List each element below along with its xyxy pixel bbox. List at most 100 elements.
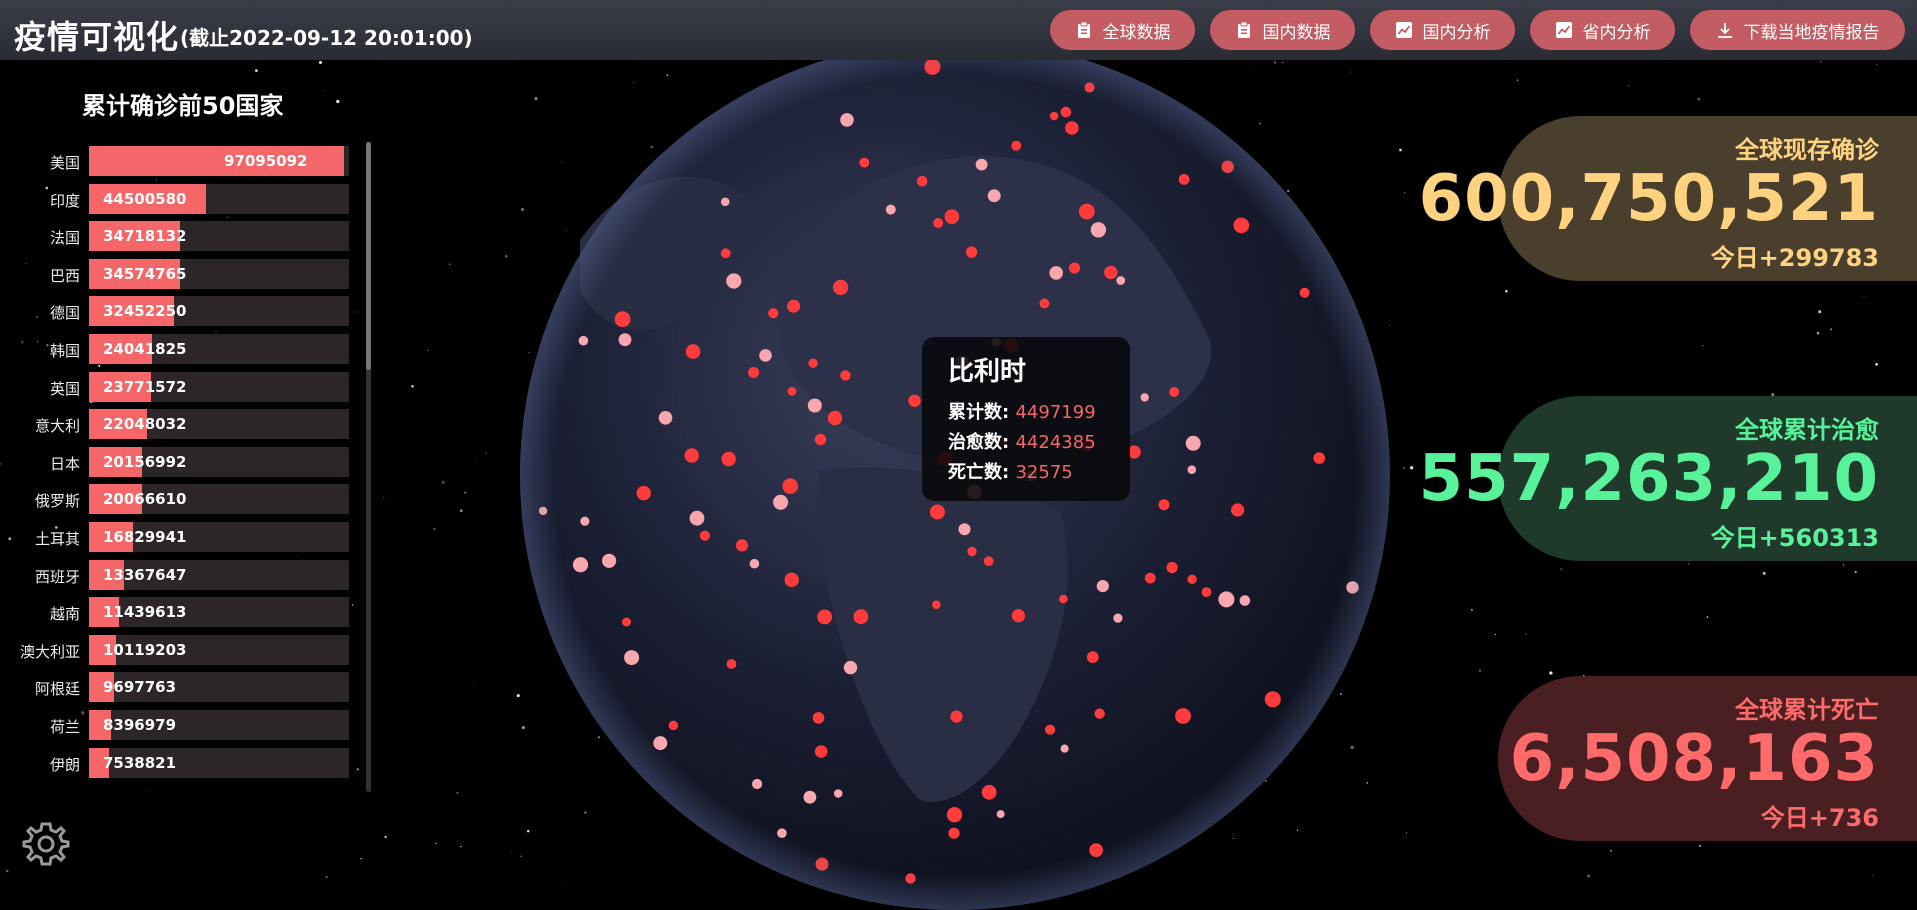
line-chart-icon xyxy=(1555,22,1572,38)
nav-domestic-analysis-label: 国内分析 xyxy=(1422,22,1491,43)
ranking-scroll-thumb[interactable] xyxy=(366,142,371,370)
top-countries-bar-chart[interactable]: 美国 97095092 印度 44500580 法国 34718132 巴西 34574765… xyxy=(0,146,370,796)
tooltip-confirmed-label: 累计数: xyxy=(948,402,1010,423)
star xyxy=(1403,467,1405,469)
star xyxy=(441,480,445,484)
star xyxy=(1560,568,1563,571)
star xyxy=(1688,563,1690,565)
ranking-row[interactable]: 荷兰 8396979 xyxy=(0,710,350,740)
ranking-row[interactable]: 韩国 24041825 xyxy=(0,334,350,364)
ranking-row[interactable]: 伊朗 7538821 xyxy=(0,747,350,778)
star xyxy=(427,349,429,351)
ranking-value-label: 8396979 xyxy=(103,716,177,734)
ranking-country-name: 阿根廷 xyxy=(34,680,80,699)
star xyxy=(255,69,258,72)
star xyxy=(1854,570,1857,574)
ranking-row[interactable]: 俄罗斯 20066610 xyxy=(0,484,350,515)
star xyxy=(433,527,436,531)
star xyxy=(474,459,476,461)
total-cured-label: 全球累计治愈 xyxy=(1735,416,1879,444)
tooltip-cured-label: 治愈数: xyxy=(948,432,1010,453)
ranking-row[interactable]: 意大利 22048032 xyxy=(0,409,350,440)
star xyxy=(1525,633,1527,635)
total-dead-today: 今日+736 xyxy=(1760,804,1879,832)
ranking-value-label: 7538821 xyxy=(103,753,177,772)
ranking-country-name: 德国 xyxy=(49,304,80,323)
ranking-value-label: 20066610 xyxy=(103,490,187,509)
star xyxy=(1706,616,1709,618)
star xyxy=(1494,633,1497,636)
star xyxy=(1406,831,1408,833)
ranking-title: 累计确诊前50国家 xyxy=(82,92,284,120)
nav-domestic-analysis-button[interactable]: 国内分析 xyxy=(1370,10,1515,50)
ranking-value-label: 13367647 xyxy=(103,565,187,584)
tooltip-country-name: 比利时 xyxy=(948,357,1027,387)
settings-gear-icon[interactable] xyxy=(22,820,70,868)
star xyxy=(504,254,508,258)
star xyxy=(448,263,451,266)
ranking-country-name: 巴西 xyxy=(49,266,80,285)
ranking-country-name: 俄罗斯 xyxy=(34,492,80,511)
ranking-row[interactable]: 英国 23771572 xyxy=(0,371,350,402)
star xyxy=(336,99,340,104)
header-bar: 疫情可视化 (截止2022-09-12 20:01:00) 全球数据 国内数据 … xyxy=(0,0,1917,60)
ranking-value-label: 16829941 xyxy=(103,528,187,546)
ranking-value-label: 32452250 xyxy=(103,302,187,321)
ranking-country-name: 澳大利亚 xyxy=(19,642,80,661)
ranking-row[interactable]: 日本 20156992 xyxy=(0,446,350,477)
total-cured-today: 今日+560313 xyxy=(1710,524,1879,552)
star xyxy=(1872,874,1874,877)
download-report-button[interactable]: 下载当地疫情报告 xyxy=(1690,10,1905,50)
ranking-value-label: 34574765 xyxy=(103,264,187,283)
star xyxy=(1628,85,1630,87)
ranking-row[interactable]: 西班牙 13367647 xyxy=(0,559,350,590)
tooltip-dead-label: 死亡数: xyxy=(948,462,1010,483)
tooltip-dead-row: 死亡数: 32575 xyxy=(948,458,1104,488)
country-tooltip: 比利时 累计数: 4497199 治愈数: 4424385 死亡数: 32575 xyxy=(922,337,1130,501)
star xyxy=(1478,669,1482,672)
star xyxy=(322,90,324,92)
star xyxy=(1875,363,1878,366)
total-cured-value: 557,263,210 xyxy=(1418,442,1879,516)
ranking-row[interactable]: 巴西 34574765 xyxy=(0,258,350,289)
star xyxy=(1820,60,1822,63)
ranking-country-name: 韩国 xyxy=(49,342,80,360)
nav-province-analysis-button[interactable]: 省内分析 xyxy=(1530,10,1675,50)
nav-global-data-button[interactable]: 全球数据 xyxy=(1050,10,1195,50)
star xyxy=(1876,63,1878,65)
ranking-row[interactable]: 美国 97095092 xyxy=(0,146,350,176)
ranking-row[interactable]: 法国 34718132 xyxy=(0,221,350,252)
page-title: 疫情可视化 xyxy=(14,18,180,56)
star xyxy=(325,876,328,879)
ranking-row[interactable]: 澳大利亚 10119203 xyxy=(0,634,350,665)
ranking-value-label: 20156992 xyxy=(103,452,187,471)
nav-global-data-label: 全球数据 xyxy=(1102,22,1171,43)
ranking-row[interactable]: 土耳其 16829941 xyxy=(0,522,350,552)
ranking-country-name: 印度 xyxy=(49,191,80,210)
ranking-row[interactable]: 德国 32452250 xyxy=(0,296,350,327)
star xyxy=(1399,148,1402,152)
ranking-country-name: 日本 xyxy=(49,454,80,473)
star xyxy=(382,496,385,499)
ranking-country-name: 美国 xyxy=(49,154,80,172)
star xyxy=(384,835,387,839)
ranking-country-name: 英国 xyxy=(49,379,80,398)
ranking-row[interactable]: 越南 11439613 xyxy=(0,597,350,628)
current-confirmed-today: 今日+299783 xyxy=(1710,244,1879,272)
ranking-row[interactable]: 阿根廷 9697763 xyxy=(0,672,350,703)
star xyxy=(1818,310,1822,314)
clipboard-icon xyxy=(1237,21,1250,38)
star xyxy=(1538,401,1540,403)
star xyxy=(460,845,462,848)
ranking-row[interactable]: 印度 44500580 xyxy=(0,183,350,214)
total-dead-label: 全球累计死亡 xyxy=(1735,696,1879,724)
star xyxy=(319,61,322,64)
star xyxy=(360,857,362,860)
star xyxy=(464,491,467,494)
star xyxy=(1404,192,1406,194)
star xyxy=(1863,296,1865,298)
ranking-value-label: 9697763 xyxy=(103,678,177,697)
nav-domestic-data-button[interactable]: 国内数据 xyxy=(1210,10,1355,50)
ranking-scrollbar[interactable] xyxy=(366,142,371,792)
stat-card-total-cured: 全球累计治愈 557,263,210 今日+560313 xyxy=(1419,396,1917,561)
